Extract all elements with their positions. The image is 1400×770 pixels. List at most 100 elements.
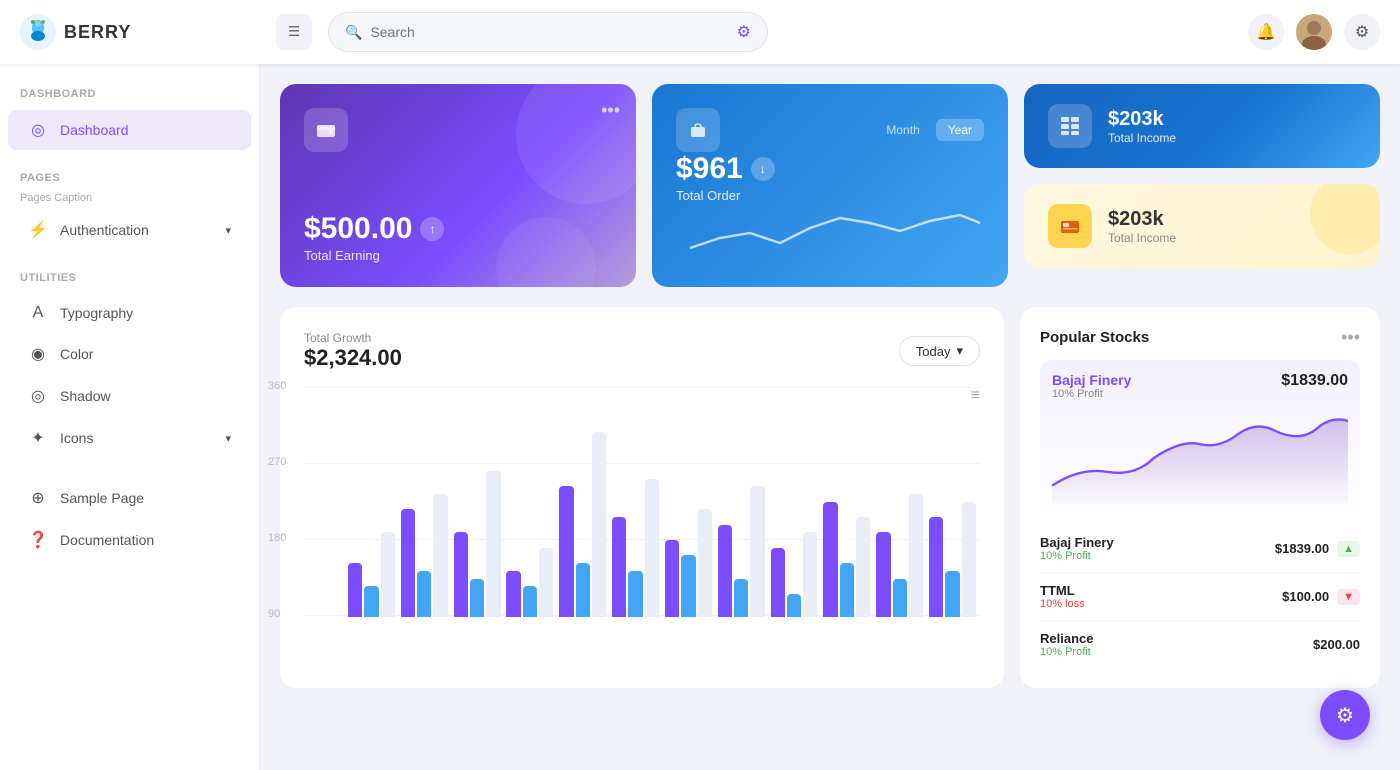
search-icon: 🔍 bbox=[345, 24, 362, 41]
bar-group bbox=[348, 532, 395, 617]
bar-blue bbox=[945, 571, 959, 617]
cashier-icon bbox=[1059, 215, 1081, 237]
sidebar-item-icons[interactable]: ✦ Icons ▾ bbox=[8, 418, 251, 458]
pages-section-title: Pages bbox=[0, 168, 259, 192]
fab-button[interactable]: ⚙ bbox=[1320, 690, 1370, 740]
table-icon bbox=[1059, 115, 1081, 137]
card-income-bottom: $203k Total Income bbox=[1024, 184, 1380, 268]
bar-purple bbox=[401, 509, 415, 617]
dashboard-section-title: Dashboard bbox=[0, 84, 259, 108]
bar-light bbox=[962, 502, 976, 617]
notifications-button[interactable]: 🔔 bbox=[1248, 14, 1284, 50]
shadow-icon: ◎ bbox=[28, 386, 48, 406]
search-input[interactable] bbox=[370, 24, 728, 40]
bar-group bbox=[559, 432, 606, 617]
order-badge: ↓ bbox=[751, 157, 775, 181]
earning-label: Total Earning bbox=[304, 248, 612, 263]
filter-icon[interactable]: ⚙ bbox=[737, 22, 751, 42]
right-cards: $203k Total Income $203k Total bbox=[1024, 84, 1380, 287]
bar-purple bbox=[559, 486, 573, 617]
bar-light bbox=[645, 479, 659, 617]
chevron-down-icon: ▾ bbox=[956, 343, 963, 359]
bar-group bbox=[506, 548, 553, 617]
stock-row-bajaj: Bajaj Finery 10% Profit $1839.00 ▲ bbox=[1040, 525, 1360, 573]
income-top-amount: $203k bbox=[1108, 108, 1176, 131]
income-bottom-icon bbox=[1048, 204, 1092, 248]
bar-light bbox=[486, 471, 500, 617]
earning-badge: ↑ bbox=[420, 217, 444, 241]
bar-light bbox=[750, 486, 764, 617]
stocks-menu-icon[interactable]: ••• bbox=[1341, 327, 1360, 348]
sidebar: Dashboard ◎ Dashboard Pages Pages Captio… bbox=[0, 64, 260, 770]
layout: Dashboard ◎ Dashboard Pages Pages Captio… bbox=[0, 64, 1400, 770]
bar-blue bbox=[840, 563, 854, 617]
settings-button[interactable]: ⚙ bbox=[1344, 14, 1380, 50]
logo-icon bbox=[20, 14, 56, 50]
auth-icon: ⚡ bbox=[28, 220, 48, 240]
income-bottom-label: Total Income bbox=[1108, 231, 1176, 245]
tab-year[interactable]: Year bbox=[936, 119, 984, 141]
earning-card-icon bbox=[304, 108, 348, 152]
sidebar-item-authentication[interactable]: ⚡ Authentication ▾ bbox=[8, 210, 251, 250]
sidebar-item-typography[interactable]: A Typography bbox=[8, 294, 251, 332]
sidebar-item-shadow[interactable]: ◎ Shadow bbox=[8, 376, 251, 416]
wallet-icon bbox=[315, 119, 337, 141]
order-amount: $961 ↓ bbox=[676, 152, 984, 186]
chart-filter-button[interactable]: Today ▾ bbox=[899, 336, 980, 366]
avatar-image bbox=[1296, 14, 1332, 50]
search-bar: 🔍 ⚙ bbox=[328, 12, 768, 52]
bar-light bbox=[909, 494, 923, 617]
bar-blue bbox=[893, 579, 907, 617]
sidebar-item-label: Typography bbox=[60, 305, 133, 321]
stock-area-chart bbox=[1052, 408, 1348, 508]
stock-name: Bajaj Finery bbox=[1040, 535, 1114, 550]
documentation-icon: ❓ bbox=[28, 530, 48, 550]
bar-light bbox=[592, 432, 606, 617]
bars-container bbox=[344, 387, 980, 617]
bar-light bbox=[856, 517, 870, 617]
sidebar-item-sample-page[interactable]: ⊕ Sample Page bbox=[8, 478, 251, 518]
bar-blue bbox=[576, 563, 590, 617]
sidebar-item-label: Documentation bbox=[60, 532, 154, 548]
bar-blue bbox=[734, 579, 748, 617]
stock-name: TTML bbox=[1040, 583, 1085, 598]
order-label: Total Order bbox=[676, 188, 984, 203]
bar-group bbox=[876, 494, 923, 617]
bar-group bbox=[771, 532, 818, 617]
earning-amount: $500.00 ↑ bbox=[304, 212, 612, 246]
stock-price: $1839.00 bbox=[1275, 541, 1329, 556]
order-card-icon bbox=[676, 108, 720, 152]
sidebar-item-label: Sample Page bbox=[60, 490, 144, 506]
bar-blue bbox=[681, 555, 695, 617]
chevron-down-icon: ▾ bbox=[225, 224, 231, 237]
stocks-title: Popular Stocks bbox=[1040, 329, 1149, 346]
stock-profit: 10% Profit bbox=[1040, 550, 1114, 562]
menu-button[interactable]: ☰ bbox=[276, 14, 312, 50]
stock-profit: 10% Profit bbox=[1040, 646, 1093, 658]
sidebar-item-documentation[interactable]: ❓ Documentation bbox=[8, 520, 251, 560]
dashboard-icon: ◎ bbox=[28, 120, 48, 140]
stock-badge-up: ▲ bbox=[1337, 541, 1360, 557]
stock-price: $100.00 bbox=[1282, 589, 1329, 604]
chart-amount: $2,324.00 bbox=[304, 345, 402, 371]
income-top-icon bbox=[1048, 104, 1092, 148]
sidebar-item-label: Shadow bbox=[60, 388, 111, 404]
tab-month[interactable]: Month bbox=[874, 119, 931, 141]
sidebar-item-label: Icons bbox=[60, 430, 93, 446]
bar-light bbox=[433, 494, 447, 617]
income-bottom-amount: $203k bbox=[1108, 208, 1176, 231]
sidebar-item-label: Dashboard bbox=[60, 122, 129, 138]
earning-card-menu[interactable]: ••• bbox=[601, 100, 620, 121]
order-wave-chart bbox=[676, 203, 984, 263]
chart-section: Total Growth $2,324.00 Today ▾ ≡ 360 27 bbox=[280, 307, 1380, 688]
bar-blue bbox=[470, 579, 484, 617]
icons-icon: ✦ bbox=[28, 428, 48, 448]
bar-group bbox=[718, 486, 765, 617]
bar-group bbox=[401, 494, 448, 617]
sidebar-item-color[interactable]: ◉ Color bbox=[8, 334, 251, 374]
order-tab-toggle: Month Year bbox=[874, 119, 984, 141]
top-cards: $500.00 ↑ Total Earning ••• bbox=[280, 84, 1380, 287]
avatar[interactable] bbox=[1296, 14, 1332, 50]
bar-purple bbox=[823, 502, 837, 617]
sidebar-item-dashboard[interactable]: ◎ Dashboard bbox=[8, 110, 251, 150]
